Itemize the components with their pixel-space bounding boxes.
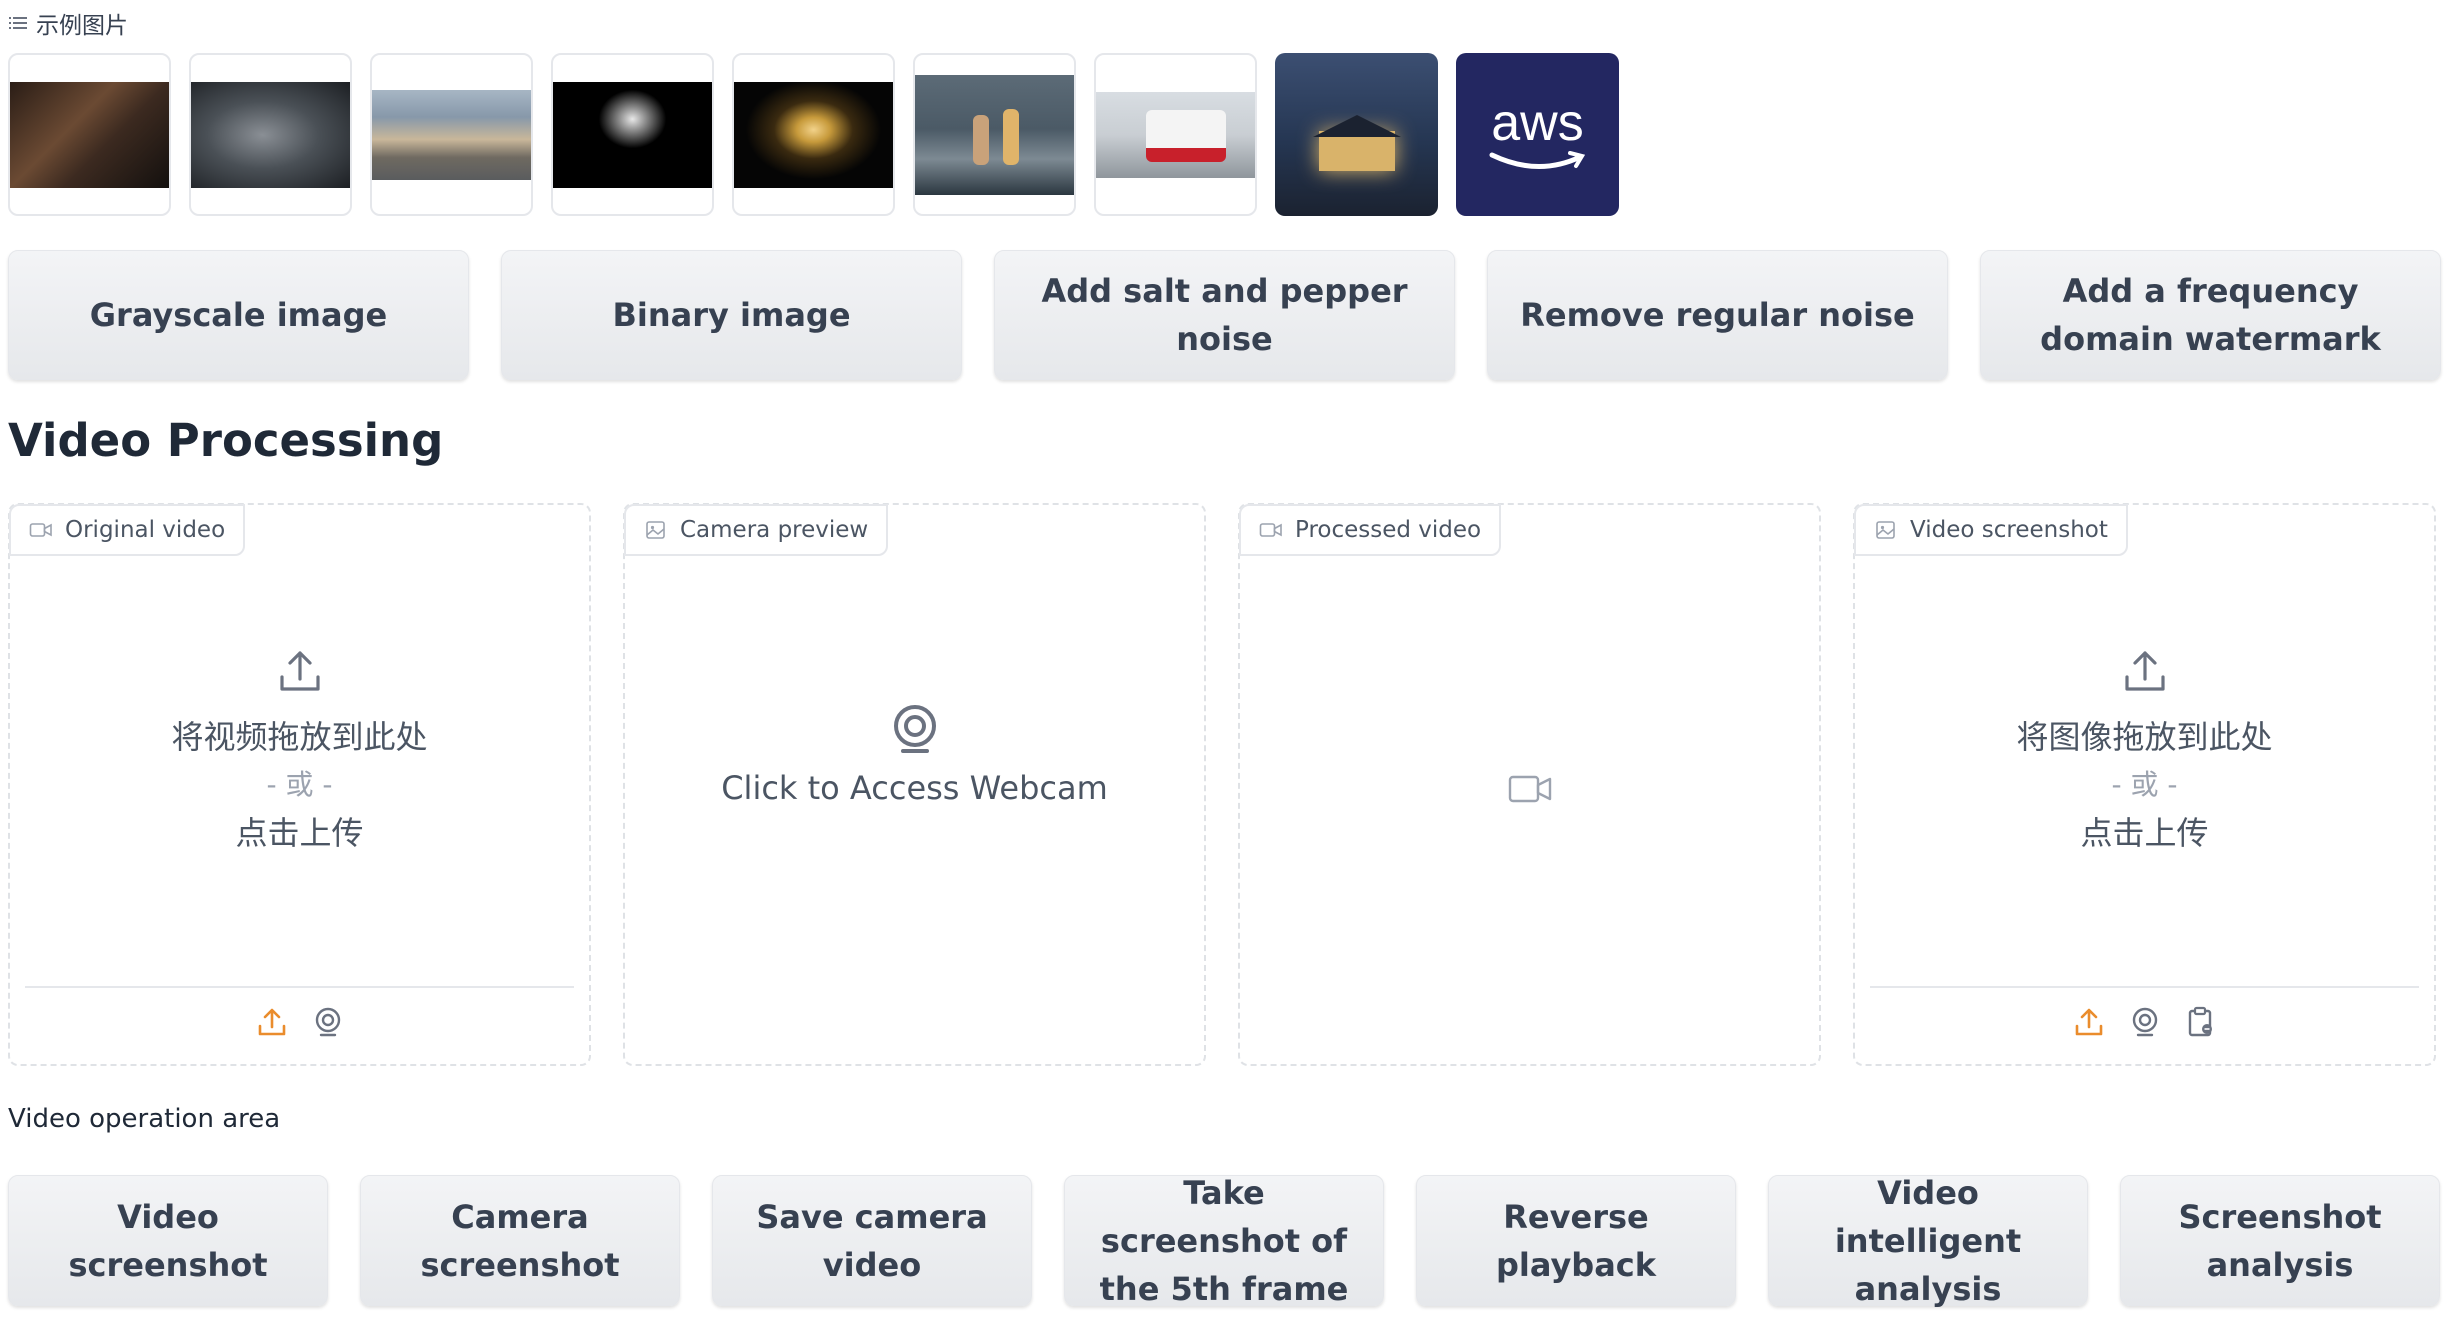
- webcam-text: Click to Access Webcam: [721, 769, 1108, 807]
- example-thumb-5[interactable]: [732, 53, 895, 216]
- video-screenshot-label: Video screenshot: [1910, 517, 2108, 543]
- video-section-title: Video Processing: [8, 414, 444, 467]
- glass-photo: [734, 81, 893, 188]
- screenshot-analysis-button[interactable]: Screenshot analysis: [2120, 1175, 2440, 1306]
- image-icon: [646, 521, 665, 539]
- example-thumb-4[interactable]: [551, 53, 714, 216]
- image-dropzone[interactable]: 将图像拖放到此处 - 或 - 点击上传: [1855, 645, 2434, 857]
- image-icon: [1876, 521, 1895, 539]
- example-thumb-7[interactable]: [1094, 53, 1257, 216]
- camera-preview-panel: Camera preview Click to Access Webcam: [623, 503, 1206, 1066]
- camera-screenshot-button[interactable]: Camera screenshot: [360, 1175, 680, 1306]
- or-text: - 或 -: [2111, 768, 2178, 801]
- processed-video-panel: Processed video: [1238, 503, 1821, 1066]
- reverse-playback-button[interactable]: Reverse playback: [1416, 1175, 1736, 1306]
- example-thumb-9[interactable]: aws: [1456, 53, 1619, 216]
- camera-preview-tag: Camera preview: [624, 504, 889, 556]
- divider: [1870, 986, 2419, 988]
- examples-label: 示例图片: [36, 13, 128, 39]
- example-thumb-2[interactable]: [189, 53, 352, 216]
- upload-icon: [2124, 651, 2165, 691]
- example-thumb-8[interactable]: [1275, 53, 1438, 216]
- divider: [25, 986, 574, 988]
- or-text: - 或 -: [266, 768, 333, 801]
- upload-icon: [279, 651, 320, 691]
- processed-video-tag: Processed video: [1239, 504, 1502, 556]
- video-screenshot-tag: Video screenshot: [1854, 504, 2128, 556]
- video-camera-icon: [1259, 523, 1282, 537]
- click-upload-text: 点击上传: [235, 814, 364, 852]
- example-thumbnails: aws: [8, 53, 1619, 216]
- aws-smile-icon: [1489, 150, 1585, 169]
- binary-button[interactable]: Binary image: [501, 250, 962, 380]
- grayscale-button[interactable]: Grayscale image: [8, 250, 469, 380]
- drop-text: 将图像拖放到此处: [2016, 718, 2273, 756]
- original-video-tag: Original video: [9, 504, 246, 556]
- frequency-watermark-button[interactable]: Add a frequency domain watermark: [1980, 250, 2441, 380]
- flower-xray-photo: [553, 81, 712, 188]
- original-video-label: Original video: [65, 517, 226, 543]
- processed-video-label: Processed video: [1295, 517, 1482, 543]
- map-photo: [191, 81, 350, 188]
- list-icon: [9, 17, 27, 29]
- examples-header: 示例图片: [8, 6, 128, 40]
- webcam-icon: [893, 705, 936, 753]
- source-toolbar: [10, 1005, 589, 1039]
- aws-logo: aws: [1488, 97, 1588, 173]
- access-webcam-button[interactable]: Click to Access Webcam: [625, 701, 1204, 807]
- original-video-panel: Original video 将视频拖放到此处 - 或 - 点击上传: [8, 503, 591, 1066]
- video-camera-icon: [29, 523, 52, 537]
- remove-noise-button[interactable]: Remove regular noise: [1487, 250, 1948, 380]
- video-dropzone[interactable]: 将视频拖放到此处 - 或 - 点击上传: [10, 645, 589, 857]
- video-placeholder-icon: [1508, 775, 1551, 803]
- click-upload-text: 点击上传: [2080, 814, 2209, 852]
- upload-source-icon[interactable]: [2072, 1005, 2106, 1039]
- image-processing-buttons: Grayscale image Binary image Add salt an…: [8, 250, 2441, 380]
- example-thumb-6[interactable]: [913, 53, 1076, 216]
- video-screenshot-button[interactable]: Video screenshot: [8, 1175, 328, 1306]
- example-thumb-1[interactable]: [8, 53, 171, 216]
- video-screenshot-panel: Video screenshot 将图像拖放到此处 - 或 - 点击上传: [1853, 503, 2436, 1066]
- example-thumb-3[interactable]: [370, 53, 533, 216]
- salt-pepper-noise-button[interactable]: Add salt and pepper noise: [994, 250, 1455, 380]
- video-placeholder: [1240, 771, 1819, 807]
- house-night-photo: [1275, 53, 1438, 216]
- source-toolbar: [1855, 1005, 2434, 1039]
- dark-room-photo: [10, 81, 169, 188]
- save-camera-video-button[interactable]: Save camera video: [712, 1175, 1032, 1306]
- clipboard-source-icon[interactable]: [2184, 1005, 2218, 1039]
- camera-preview-label: Camera preview: [680, 517, 869, 543]
- video-analysis-button[interactable]: Video intelligent analysis: [1768, 1174, 2088, 1308]
- city-photo: [372, 89, 531, 180]
- webcam-source-icon[interactable]: [311, 1005, 345, 1039]
- video-operation-label: Video operation area: [8, 1104, 281, 1134]
- toys-photo: [915, 74, 1074, 195]
- fifth-frame-screenshot-button[interactable]: Take screenshot of the 5th frame: [1064, 1174, 1384, 1308]
- video-panels: Original video 将视频拖放到此处 - 或 - 点击上传 Camer…: [8, 503, 2436, 1066]
- drop-text: 将视频拖放到此处: [171, 718, 428, 756]
- upload-source-icon[interactable]: [255, 1005, 289, 1039]
- video-operation-buttons: Video screenshot Camera screenshot Save …: [8, 1174, 2440, 1308]
- webcam-source-icon[interactable]: [2128, 1005, 2162, 1039]
- tram-photo: [1096, 91, 1255, 178]
